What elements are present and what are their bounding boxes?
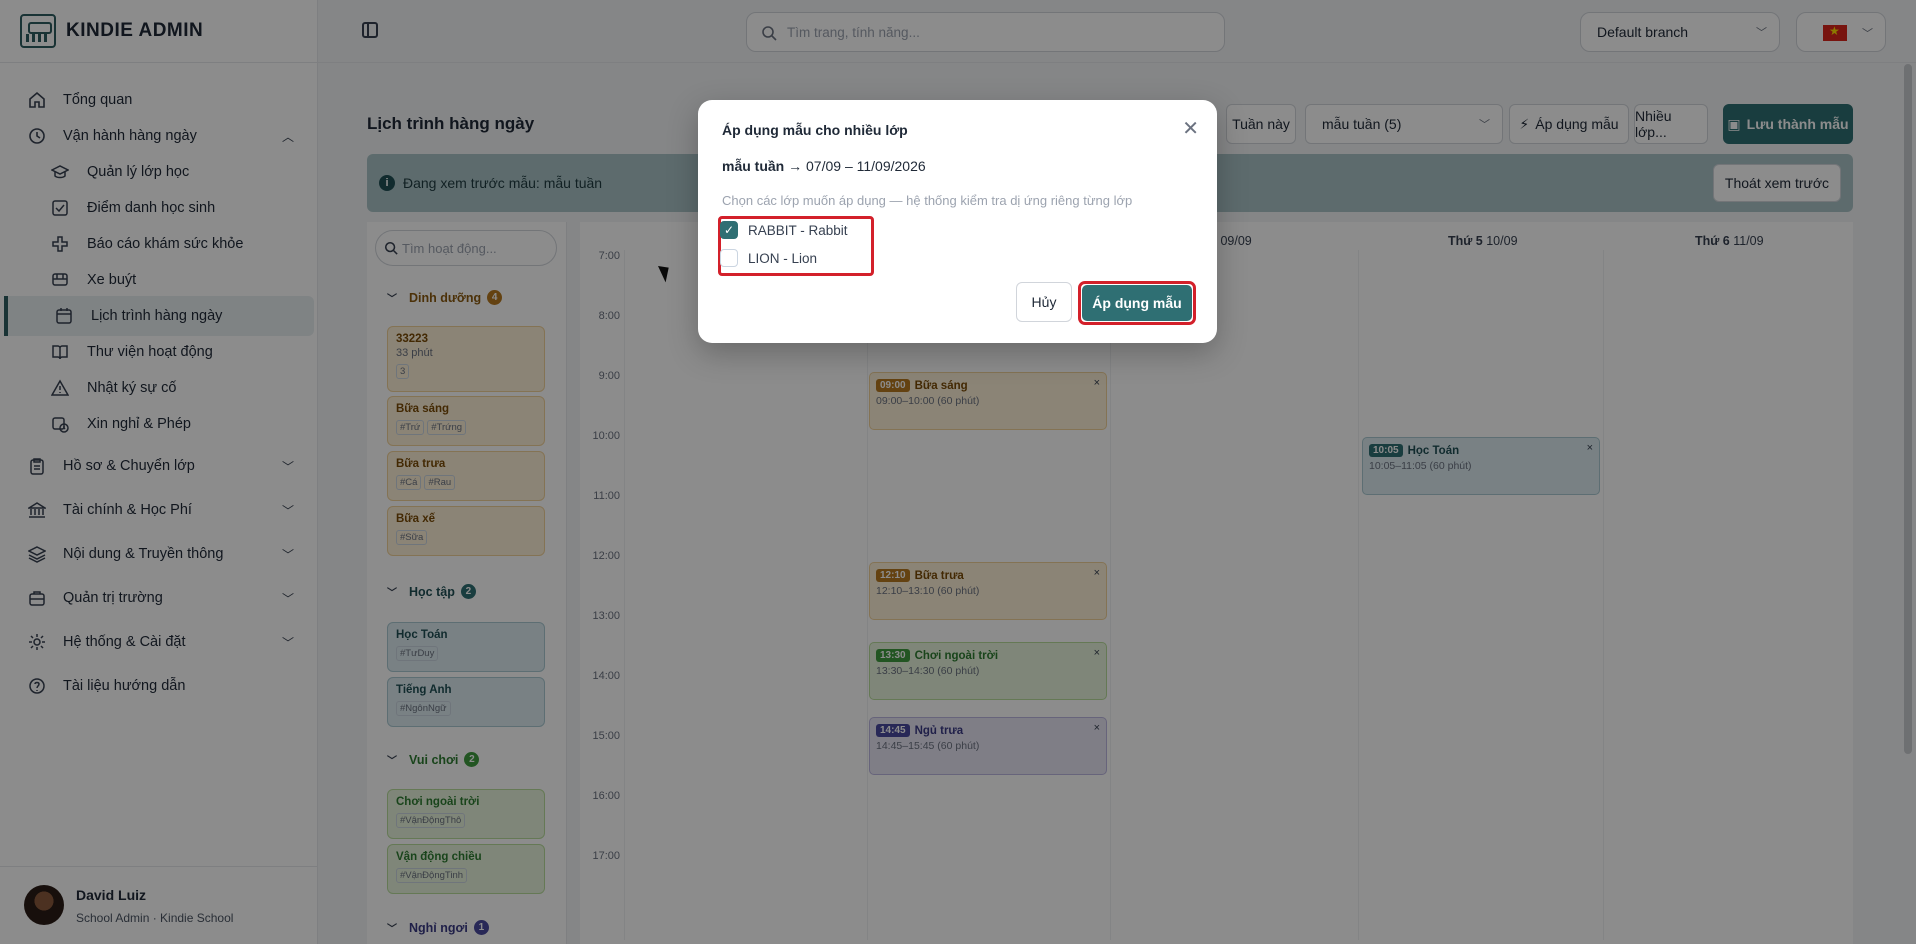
checkbox-unchecked-icon[interactable] — [720, 249, 738, 267]
dialog-title: Áp dụng mẫu cho nhiều lớp — [722, 122, 908, 138]
dialog-template-range: mẫu tuần → 07/09 – 11/09/2026 — [722, 158, 926, 174]
apply-template-dialog: Áp dụng mẫu cho nhiều lớp ✕ mẫu tuần → 0… — [698, 100, 1217, 343]
apply-template-confirm-button[interactable]: Áp dụng mẫu — [1082, 285, 1192, 321]
cancel-button[interactable]: Hủy — [1016, 282, 1072, 322]
checkbox-checked-icon[interactable]: ✓ — [720, 221, 738, 239]
class-option-rabbit[interactable]: ✓ RABBIT - Rabbit — [720, 221, 848, 239]
class-option-lion[interactable]: LION - Lion — [720, 249, 817, 267]
dialog-hint: Chọn các lớp muốn áp dụng — hệ thống kiể… — [722, 193, 1133, 208]
close-icon[interactable]: ✕ — [1182, 116, 1199, 141]
